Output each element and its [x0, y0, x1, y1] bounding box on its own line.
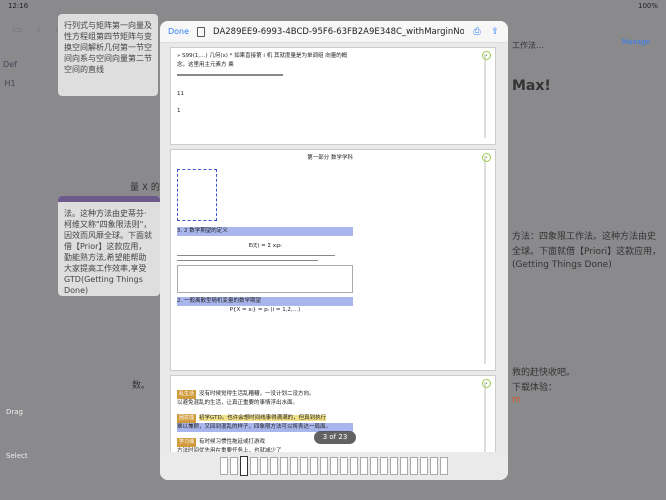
done-button[interactable]: Done — [168, 27, 189, 36]
right-p3: (Getting Things Done) — [512, 260, 612, 270]
partial-text-1: 量 X 的 — [130, 183, 160, 193]
page-2-table — [177, 265, 353, 293]
pdf-page-2: 第一部分 数学学科 3. 2 数学期望的定义 E(ξ) = Σ xᵢpᵢ 2. … — [170, 149, 496, 371]
page-3-para-2: 困扰理 初学GTD。也许会想时间线事得满满的，但真到执行 — [177, 414, 353, 423]
rail-def[interactable]: Def — [0, 60, 20, 69]
back-icon[interactable]: ‹ — [36, 23, 40, 36]
right-p4: 救的赶快收吧。 — [512, 368, 576, 378]
sidebar-icon[interactable]: ▭ — [12, 23, 22, 36]
page-2-formula-main: E(ξ) = Σ xᵢpᵢ — [248, 243, 282, 249]
bg-card-text: 行列式与矩阵第一向量及性方程组第四节矩阵与变换空间解析几何第一节空间向系与空间向… — [64, 21, 152, 74]
tag-label-2: 困扰理 — [177, 414, 197, 423]
manage-button[interactable]: Manage — [622, 38, 650, 46]
bg-card-note-text: 法。这种方法由史蒂芬·柯维又称"四象限法则"，因效而风靡全球。下面就借【Prio… — [64, 209, 152, 295]
modal-header: Done DA289EE9-6993-4BCD-95F6-63FB2A9E348… — [160, 21, 508, 43]
document-title: DA289EE9-6993-4BCD-95F6-63FB2A9E348C_wit… — [213, 26, 464, 37]
thumbnail[interactable] — [220, 457, 228, 475]
drag-button[interactable]: Drag — [6, 408, 23, 416]
thumbnail[interactable] — [400, 457, 408, 475]
thumbnail[interactable] — [430, 457, 438, 475]
share-icon[interactable]: ⇪ — [490, 27, 500, 37]
print-icon[interactable]: ⎙ — [472, 27, 482, 37]
page-2-section: 第一部分 数学学科 — [307, 155, 353, 161]
document-icon — [197, 26, 206, 37]
margin-note-badge[interactable]: • — [482, 379, 491, 388]
page-2-formula: P{X = xᵢ} = pᵢ (i = 1,2,…) — [229, 307, 301, 313]
page-3-line-1: 没有时候觉得生活乱糟糟，一没计划二没方向。 — [199, 391, 315, 397]
page-1-rule — [177, 74, 283, 76]
thumbnail[interactable] — [250, 457, 258, 475]
right-link[interactable]: m — [512, 395, 521, 405]
page-2-table-selection[interactable] — [177, 169, 217, 221]
page-counter: 3 of 23 — [314, 431, 356, 444]
thumbnail[interactable] — [340, 457, 348, 475]
tag-label-1: 乱生活 — [177, 390, 197, 399]
bg-card-outline[interactable]: 行列式与矩阵第一向量及性方程组第四节矩阵与变换空间解析几何第一节空间向系与空间向… — [58, 14, 158, 96]
page-scroll-area[interactable]: » S99(1,…) 几何(x) * 如果直接第 i 机 其就度量是为单调组 向… — [160, 43, 508, 475]
tag-label-3: 学习课 — [177, 438, 197, 447]
status-bar: 12:16 100% — [0, 0, 666, 12]
pdf-viewer-modal: Done DA289EE9-6993-4BCD-95F6-63FB2A9E348… — [160, 21, 508, 480]
thumbnail[interactable] — [270, 457, 278, 475]
page-2-rule-1 — [177, 255, 336, 256]
thumbnail-strip[interactable] — [160, 452, 508, 480]
thumbnail[interactable] — [410, 457, 418, 475]
page-2-rule-2 — [177, 260, 318, 261]
page-1-num-1: 11 — [177, 91, 184, 97]
right-title: 工作法... — [512, 41, 544, 50]
thumbnail[interactable] — [300, 457, 308, 475]
margin-line — [484, 156, 486, 364]
thumbnail[interactable] — [330, 457, 338, 475]
thumbnail-selected[interactable] — [240, 456, 248, 476]
status-battery: 100% — [637, 2, 658, 10]
rail-h1[interactable]: H1 — [0, 79, 20, 88]
thumbnail[interactable] — [380, 457, 388, 475]
thumbnail[interactable] — [360, 457, 368, 475]
thumbnail[interactable] — [280, 457, 288, 475]
page-3-line-3: 初学GTD。也许会想时间线事得满满的，但真到执行 — [199, 415, 327, 421]
partial-text-2: 数。 — [132, 381, 151, 391]
page-2-link-2[interactable]: 2. 一般离散型随机变量的数学期望 — [177, 297, 353, 306]
page-3-para-1: 乱生活 没有时候觉得生活乱糟糟，一没计划二没方向。 — [177, 390, 353, 399]
thumbnail[interactable] — [390, 457, 398, 475]
thumbnail[interactable] — [440, 457, 448, 475]
thumbnail[interactable] — [260, 457, 268, 475]
margin-line — [484, 54, 486, 138]
page-3-line-2: 以避免混乱的生活，让真正重要的事情浮出水面。 — [177, 400, 299, 406]
thumbnail[interactable] — [370, 457, 378, 475]
thumbnail[interactable] — [230, 457, 238, 475]
page-1-content: » S99(1,…) 几何(x) * 如果直接第 i 机 其就度量是为单调组 向… — [177, 52, 353, 144]
bg-card-bar — [58, 196, 160, 202]
page-1-num-2: 1 — [177, 108, 181, 114]
page-2-content: 第一部分 数学学科 3. 2 数学期望的定义 E(ξ) = Σ xᵢpᵢ 2. … — [177, 154, 353, 370]
pdf-page-1: » S99(1,…) 几何(x) * 如果直接第 i 机 其就度量是为单调组 向… — [170, 47, 496, 145]
page-1-header: » S99(1,…) 几何(x) * 如果直接第 i 机 其就度量是为单调组 向… — [177, 53, 348, 68]
margin-note-badge[interactable]: • — [482, 153, 491, 162]
select-button[interactable]: Select — [6, 452, 28, 460]
bg-card-note[interactable]: 法。这种方法由史蒂芬·柯维又称"四象限法则"，因效而风靡全球。下面就借【Prio… — [58, 196, 160, 296]
right-p5: 下载体验： — [512, 383, 558, 393]
left-rail: Def H1 — [0, 60, 20, 88]
margin-note-badge[interactable]: • — [482, 51, 491, 60]
thumbnail[interactable] — [320, 457, 328, 475]
page-2-link-1[interactable]: 3. 2 数学期望的定义 — [177, 227, 353, 236]
page-3-line-5: 有时候习惯性拖延或打游戏 — [199, 439, 266, 445]
right-heading: Max! — [512, 78, 551, 94]
thumbnail[interactable] — [420, 457, 428, 475]
thumbnail[interactable] — [310, 457, 318, 475]
right-p2: 全球。下面就借【Priori】这款应用， — [512, 247, 662, 257]
status-time: 12:16 — [8, 2, 29, 10]
right-p1: 方法：四象限工作法。这种方法由史 — [512, 232, 657, 242]
thumbnail[interactable] — [350, 457, 358, 475]
thumbnail[interactable] — [290, 457, 298, 475]
